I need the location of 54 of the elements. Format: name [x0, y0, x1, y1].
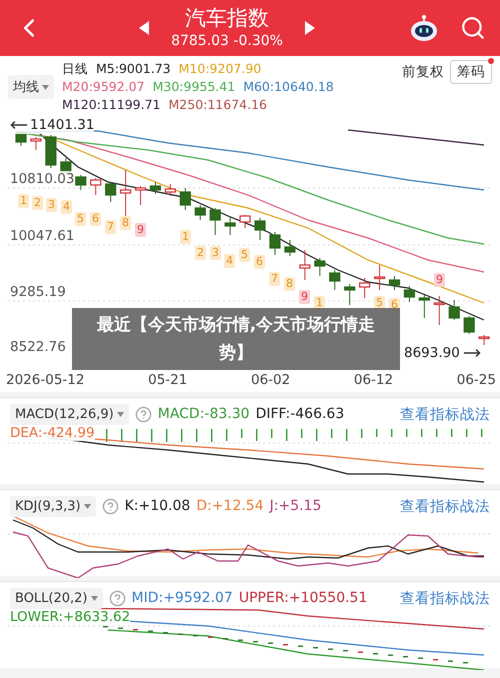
strategy-link[interactable]: 查看指标战法 [400, 496, 490, 516]
ma-value: M5:9001.73 [96, 60, 171, 78]
indicator-selector[interactable]: BOLL(20,2) [10, 588, 102, 608]
sequence-tag: 2 [195, 246, 206, 260]
indicator-value: K:+10.08 [124, 498, 190, 514]
ma-value: M10:9207.90 [178, 60, 262, 78]
ma-value: M250:11674.16 [168, 96, 267, 114]
sequence-tag: 9 [434, 273, 445, 287]
date-axis-label: 06-12 [354, 372, 394, 388]
indicator-value: UPPER:+10550.51 [238, 590, 368, 606]
sequence-tag: 7 [269, 272, 280, 286]
ma-value: 日线 [62, 60, 88, 78]
sequence-tag: 7 [105, 220, 116, 234]
sequence-tag: 1 [18, 194, 29, 208]
adjust-label[interactable]: 前复权 [402, 63, 444, 81]
sequence-tag: 2 [32, 196, 43, 210]
sequence-tag: 9 [299, 290, 310, 304]
indicator-value: DIFF:-466.63 [256, 406, 344, 422]
headline-banner: 最近【今天市场行情,今天市场行情走势】 [72, 308, 400, 370]
sequence-tag: 5 [239, 248, 250, 262]
sequence-tag: 8 [120, 216, 131, 230]
sequence-tag: 8 [284, 277, 295, 291]
index-quote: 8785.03 -0.30% [171, 32, 283, 51]
sequence-tag: 3 [46, 198, 57, 212]
indicator-value: D:+12.54 [196, 498, 264, 514]
sequence-tag: 1 [180, 230, 191, 244]
indicator-value: J:+5.15 [270, 498, 322, 514]
ma-value: M60:10640.18 [243, 78, 334, 96]
indicator-selector[interactable]: KDJ(9,3,3) [10, 496, 96, 516]
sequence-tag: 3 [210, 246, 221, 260]
sequence-tag: 5 [75, 212, 86, 226]
chips-button[interactable]: 筹码 [450, 60, 492, 84]
indicator-value: LOWER:+8633.62 [10, 610, 130, 625]
ma-value: M120:11199.71 [62, 96, 160, 114]
sequence-tag: 4 [61, 200, 72, 214]
indicator-value: MACD:-83.30 [158, 406, 250, 422]
sequence-tag: 9 [135, 223, 146, 237]
date-axis-label: 05-21 [148, 372, 188, 388]
index-title: 汽车指数 [185, 5, 269, 31]
sequence-tag: 6 [90, 212, 101, 226]
sequence-tag: 6 [254, 255, 265, 269]
date-axis-label: 06-02 [250, 372, 290, 388]
high-price-label: 11401.31 [30, 117, 94, 133]
strategy-link[interactable]: 查看指标战法 [400, 588, 490, 608]
strategy-link[interactable]: 查看指标战法 [400, 404, 490, 424]
ma-selector[interactable]: 均线 [8, 75, 54, 99]
sequence-tag: 4 [224, 254, 235, 268]
indicator-selector[interactable]: MACD(12,26,9) [10, 404, 129, 424]
indicator-value: MID:+9592.07 [132, 590, 233, 606]
ma-value: M30:9955.41 [152, 78, 236, 96]
indicator-value: DEA:-424.99 [10, 426, 95, 441]
date-axis-label: 06-25 [456, 372, 496, 388]
date-axis-label: 2026-05-12 [6, 372, 84, 388]
ma-value: M20:9592.07 [62, 78, 145, 96]
